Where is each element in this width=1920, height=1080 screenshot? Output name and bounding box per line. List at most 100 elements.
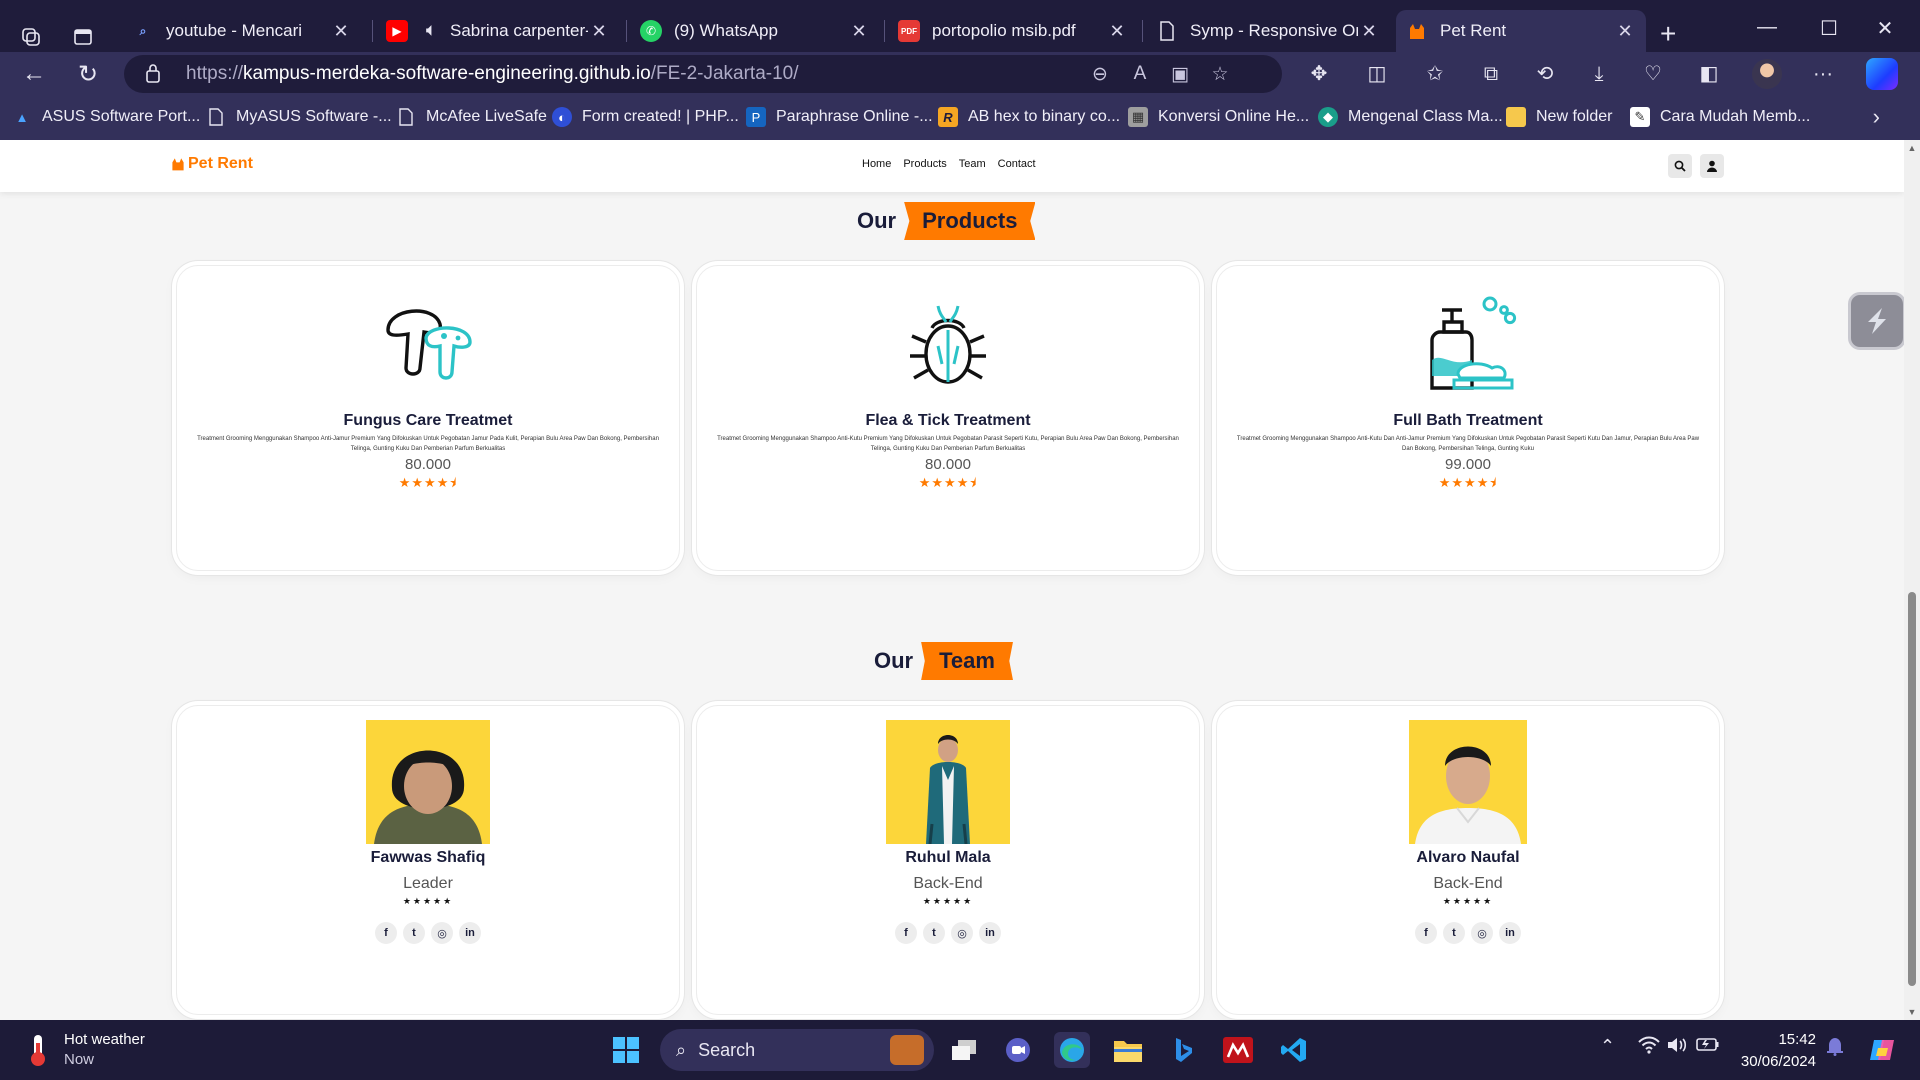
- download-icon[interactable]: ⤓: [1584, 60, 1614, 90]
- bookmark-item[interactable]: ◆ Mengenal Class Ma...: [1318, 107, 1503, 127]
- bookmark-item[interactable]: ✎ Cara Mudah Memb...: [1630, 107, 1810, 127]
- taskbar-search[interactable]: ⌕ Search: [660, 1029, 934, 1071]
- bookmark-item[interactable]: MyASUS Software -...: [206, 107, 392, 127]
- browser-essentials-icon[interactable]: ♡: [1638, 60, 1668, 90]
- member-role: Leader: [403, 875, 453, 892]
- facebook-icon[interactable]: f: [375, 922, 397, 944]
- bookmark-item[interactable]: ▦ Konversi Online He...: [1128, 107, 1309, 127]
- search-button[interactable]: [1668, 154, 1692, 178]
- more-menu-icon[interactable]: ···: [1808, 60, 1838, 90]
- thermometer-icon: [31, 1035, 45, 1066]
- copilot-icon[interactable]: [1866, 58, 1898, 90]
- tab-pet-rent[interactable]: Pet Rent ✕: [1396, 10, 1646, 52]
- tab-pdf[interactable]: PDF portopolio msib.pdf ✕: [888, 10, 1138, 52]
- instagram-icon[interactable]: ◎: [951, 922, 973, 944]
- brand-logo[interactable]: Pet Rent: [170, 155, 253, 173]
- favorite-star-icon[interactable]: ☆: [1208, 63, 1232, 87]
- floating-widget-button[interactable]: [1848, 292, 1906, 350]
- nav-products[interactable]: Products: [903, 158, 946, 170]
- product-card[interactable]: Full Bath Treatment Treatmet Grooming Me…: [1216, 265, 1720, 571]
- split-screen-icon[interactable]: ◫: [1362, 60, 1392, 90]
- chevron-right-icon[interactable]: ›: [1873, 104, 1880, 130]
- product-card[interactable]: Flea & Tick Treatment Treatmet Grooming …: [696, 265, 1200, 571]
- twitter-icon[interactable]: t: [923, 922, 945, 944]
- edge-browser-icon[interactable]: [1054, 1032, 1090, 1068]
- nav-contact[interactable]: Contact: [998, 158, 1036, 170]
- read-aloud-icon[interactable]: A: [1128, 63, 1152, 87]
- bookmark-item[interactable]: P Paraphrase Online -...: [746, 107, 933, 127]
- bookmark-label: New folder: [1536, 108, 1613, 125]
- scroll-down-icon[interactable]: ▼: [1904, 1004, 1920, 1020]
- whatsapp-icon: ✆: [640, 20, 662, 42]
- bookmark-item[interactable]: New folder: [1506, 107, 1612, 127]
- chevron-up-icon[interactable]: ⌃: [1600, 1036, 1615, 1057]
- twitter-icon[interactable]: t: [1443, 922, 1465, 944]
- weather-widget[interactable]: Hot weather Now: [26, 1030, 145, 1070]
- extensions-icon[interactable]: ✥: [1304, 60, 1334, 90]
- bookmark-item[interactable]: McAfee LiveSafe: [396, 107, 547, 127]
- file-explorer-icon[interactable]: [1110, 1032, 1146, 1068]
- immersive-reader-icon[interactable]: ▣: [1168, 63, 1192, 87]
- close-icon[interactable]: ✕: [1358, 21, 1380, 42]
- tab-whatsapp[interactable]: ✆ (9) WhatsApp ✕: [630, 10, 880, 52]
- scroll-up-icon[interactable]: ▲: [1904, 140, 1920, 156]
- facebook-icon[interactable]: f: [895, 922, 917, 944]
- instagram-icon[interactable]: ◎: [1471, 922, 1493, 944]
- tab-youtube-search[interactable]: ⌕ youtube - Mencari ✕: [122, 10, 362, 52]
- close-icon[interactable]: ✕: [1614, 21, 1636, 42]
- instagram-icon[interactable]: ◎: [431, 922, 453, 944]
- vertical-tabs-icon[interactable]: [66, 20, 100, 54]
- tab-youtube-video[interactable]: ▶ 🔈︎ Sabrina carpenter-Espresso ✕: [376, 10, 620, 52]
- maximize-icon[interactable]: ☐: [1804, 16, 1854, 41]
- linkedin-icon[interactable]: in: [459, 922, 481, 944]
- tab-symp[interactable]: Symp - Responsive One Page ✕: [1146, 10, 1390, 52]
- tab-label: Symp - Responsive One Page: [1190, 21, 1358, 40]
- search-label: Search: [698, 1039, 756, 1060]
- back-icon[interactable]: ←: [16, 58, 52, 90]
- tab-divider: [372, 20, 373, 42]
- scroll-thumb[interactable]: [1908, 592, 1916, 986]
- zoom-icon[interactable]: ⊖: [1088, 63, 1112, 87]
- profile-avatar[interactable]: [1752, 59, 1782, 89]
- bookmark-item[interactable]: ▲ ASUS Software Port...: [12, 107, 201, 127]
- favorites-icon[interactable]: ✩: [1420, 60, 1450, 90]
- minimize-icon[interactable]: —: [1742, 16, 1792, 39]
- mendeley-icon[interactable]: [1220, 1032, 1256, 1068]
- new-tab-icon[interactable]: +: [1660, 18, 1676, 50]
- notification-bell-icon[interactable]: [1826, 1036, 1844, 1061]
- battery-icon[interactable]: [1696, 1036, 1720, 1057]
- twitter-icon[interactable]: t: [403, 922, 425, 944]
- facebook-icon[interactable]: f: [1415, 922, 1437, 944]
- system-clock[interactable]: 15:42 30/06/2024: [1736, 1029, 1816, 1073]
- sidebar-icon[interactable]: ◧: [1694, 60, 1724, 90]
- page-scrollbar[interactable]: ▲ ▼: [1904, 140, 1920, 1020]
- collections-icon[interactable]: ⧉: [1476, 60, 1506, 90]
- close-window-icon[interactable]: ✕: [1860, 16, 1910, 41]
- user-button[interactable]: [1700, 154, 1724, 178]
- volume-icon[interactable]: [1666, 1036, 1688, 1059]
- copilot-icon[interactable]: [1864, 1032, 1900, 1068]
- close-icon[interactable]: ✕: [588, 21, 610, 42]
- close-icon[interactable]: ✕: [848, 21, 870, 42]
- workspaces-icon[interactable]: [14, 20, 48, 54]
- nav-home[interactable]: Home: [862, 158, 891, 170]
- teams-meet-icon[interactable]: [1000, 1032, 1036, 1068]
- nav-team[interactable]: Team: [959, 158, 986, 170]
- vscode-icon[interactable]: [1276, 1032, 1312, 1068]
- task-view-icon[interactable]: [946, 1032, 982, 1068]
- close-icon[interactable]: ✕: [1106, 21, 1128, 42]
- wifi-icon[interactable]: [1638, 1036, 1660, 1059]
- reload-icon[interactable]: ↻: [70, 58, 106, 90]
- start-windows-icon[interactable]: [608, 1032, 644, 1068]
- speaker-icon[interactable]: 🔈︎: [420, 20, 442, 42]
- linkedin-icon[interactable]: in: [979, 922, 1001, 944]
- bookmark-item[interactable]: ◐ Form created! | PHP...: [552, 107, 739, 127]
- history-icon[interactable]: ⟲: [1530, 60, 1560, 90]
- address-bar[interactable]: https://kampus-merdeka-software-engineer…: [124, 55, 1282, 93]
- product-card[interactable]: Fungus Care Treatmet Treatment Grooming …: [176, 265, 680, 571]
- linkedin-icon[interactable]: in: [1499, 922, 1521, 944]
- bing-icon[interactable]: [1166, 1032, 1202, 1068]
- browser-chrome: ⌕ youtube - Mencari ✕ ▶ 🔈︎ Sabrina carpe…: [0, 0, 1920, 140]
- bookmark-item[interactable]: R AB hex to binary co...: [938, 107, 1120, 127]
- close-icon[interactable]: ✕: [330, 21, 352, 42]
